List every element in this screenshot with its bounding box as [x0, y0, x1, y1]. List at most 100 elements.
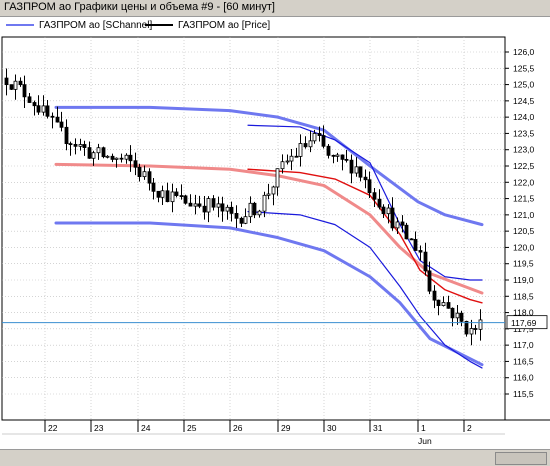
- price-chart[interactable]: 126,0 125,5 125,0 124,5 124,0 123,5 123,0 122,5…: [0, 35, 550, 446]
- candle-body: [455, 312, 460, 319]
- candle-body: [404, 224, 409, 240]
- y-tick-label: 125,0: [513, 80, 535, 90]
- y-tick-label: 116,0: [513, 373, 534, 383]
- candle-body: [202, 205, 207, 213]
- candle-body: [344, 158, 349, 161]
- chart-window: ГАЗПРОМ ао Графики цены и объема #9 - [6…: [0, 0, 550, 466]
- legend-label-price: ГАЗПРОМ ао [Price]: [178, 20, 271, 31]
- x-tick-label: 1: [421, 423, 426, 433]
- x-tick-label: 23: [94, 423, 104, 433]
- candle-body: [59, 121, 64, 128]
- candle-body: [381, 206, 386, 215]
- candle-body: [32, 102, 37, 107]
- candle-body: [105, 155, 110, 158]
- candle-body: [252, 202, 257, 216]
- plot-frame: [1, 36, 506, 421]
- candle-body: [436, 299, 441, 306]
- candle-body: [50, 115, 55, 118]
- candle-body: [87, 147, 92, 159]
- candle-body: [147, 171, 152, 184]
- candle-body: [234, 213, 239, 219]
- candle-body: [64, 126, 69, 145]
- candle-body: [331, 154, 336, 157]
- candle-body: [91, 152, 96, 159]
- scroll-thumb[interactable]: [495, 452, 547, 465]
- candle-body: [142, 171, 147, 178]
- candle-body: [239, 217, 244, 224]
- candle-body: [174, 191, 179, 196]
- candle-body: [390, 207, 395, 229]
- candle-body: [18, 80, 23, 86]
- candle-body: [225, 206, 230, 212]
- title-bar[interactable]: ГАЗПРОМ ао Графики цены и объема #9 - [6…: [0, 0, 550, 17]
- candle-body: [312, 133, 317, 142]
- x-tick-label: 30: [327, 423, 337, 433]
- candle-body: [151, 182, 156, 192]
- candle-body: [193, 203, 198, 207]
- x-tick-label: 25: [187, 423, 197, 433]
- candle-body: [289, 155, 294, 162]
- y-tick-label: 124,0: [513, 112, 535, 122]
- candle-body: [124, 154, 129, 160]
- candle-body: [469, 328, 474, 335]
- candle-body: [211, 198, 216, 208]
- candle-body: [160, 190, 165, 198]
- candle-body: [262, 194, 267, 212]
- candle-body: [450, 307, 455, 319]
- candle-body: [275, 168, 280, 188]
- candle-body: [179, 195, 184, 197]
- candle-body: [432, 290, 437, 301]
- horizontal-scrollbar[interactable]: [0, 449, 550, 466]
- candle-body: [13, 80, 18, 90]
- candle-body: [367, 179, 372, 194]
- candle-body: [55, 116, 60, 123]
- candle-body: [386, 207, 391, 215]
- x-tick-label: 31: [373, 423, 383, 433]
- candle-body: [9, 84, 14, 90]
- y-tick-label: 115,5: [513, 389, 534, 399]
- y-tick-label: 122,0: [513, 177, 535, 187]
- candle-body: [409, 238, 414, 241]
- candle-body: [349, 159, 354, 174]
- candle-body: [229, 206, 234, 214]
- x-tick-label: 24: [141, 423, 151, 433]
- candle-body: [423, 251, 428, 272]
- candle-body: [27, 96, 32, 103]
- candle-body: [413, 239, 418, 251]
- candle-body: [22, 84, 27, 98]
- candle-body: [459, 312, 464, 322]
- candle-body: [206, 198, 211, 213]
- y-tick-label: 117,0: [513, 340, 534, 350]
- candle-body: [478, 319, 483, 330]
- candle-body: [363, 176, 368, 181]
- candle-body: [110, 155, 115, 160]
- candle-body: [317, 133, 322, 136]
- candle-body: [298, 143, 303, 157]
- candle-body: [280, 161, 285, 170]
- candle-body: [68, 143, 73, 146]
- candle-body: [354, 166, 359, 174]
- y-tick-label: 126,0: [513, 47, 535, 57]
- x-tick-label: 22: [48, 423, 58, 433]
- y-tick-label: 123,5: [513, 128, 535, 138]
- candle-body: [137, 166, 142, 178]
- candle-body: [358, 166, 363, 178]
- candle-body: [464, 320, 469, 335]
- x-tick-label: 2: [467, 423, 472, 433]
- candle-body: [303, 143, 308, 148]
- candle-body: [165, 190, 170, 203]
- candle-body: [36, 105, 41, 113]
- chart-plot-area[interactable]: 126,0 125,5 125,0 124,5 124,0 123,5 123,0 122,5…: [0, 35, 550, 446]
- candle-body: [400, 221, 405, 226]
- candle-body: [170, 191, 175, 203]
- y-tick-label: 123,0: [513, 145, 535, 155]
- y-tick-label: 120,0: [513, 242, 535, 252]
- candle-body: [285, 160, 290, 163]
- legend-item-price: ГАЗПРОМ ао [Price]: [145, 20, 270, 31]
- candle-body: [188, 202, 193, 207]
- candle-body: [197, 203, 202, 207]
- candle-body: [45, 105, 50, 117]
- x-tick-label: 29: [281, 423, 291, 433]
- candle-body: [257, 210, 262, 216]
- candle-body: [216, 203, 221, 208]
